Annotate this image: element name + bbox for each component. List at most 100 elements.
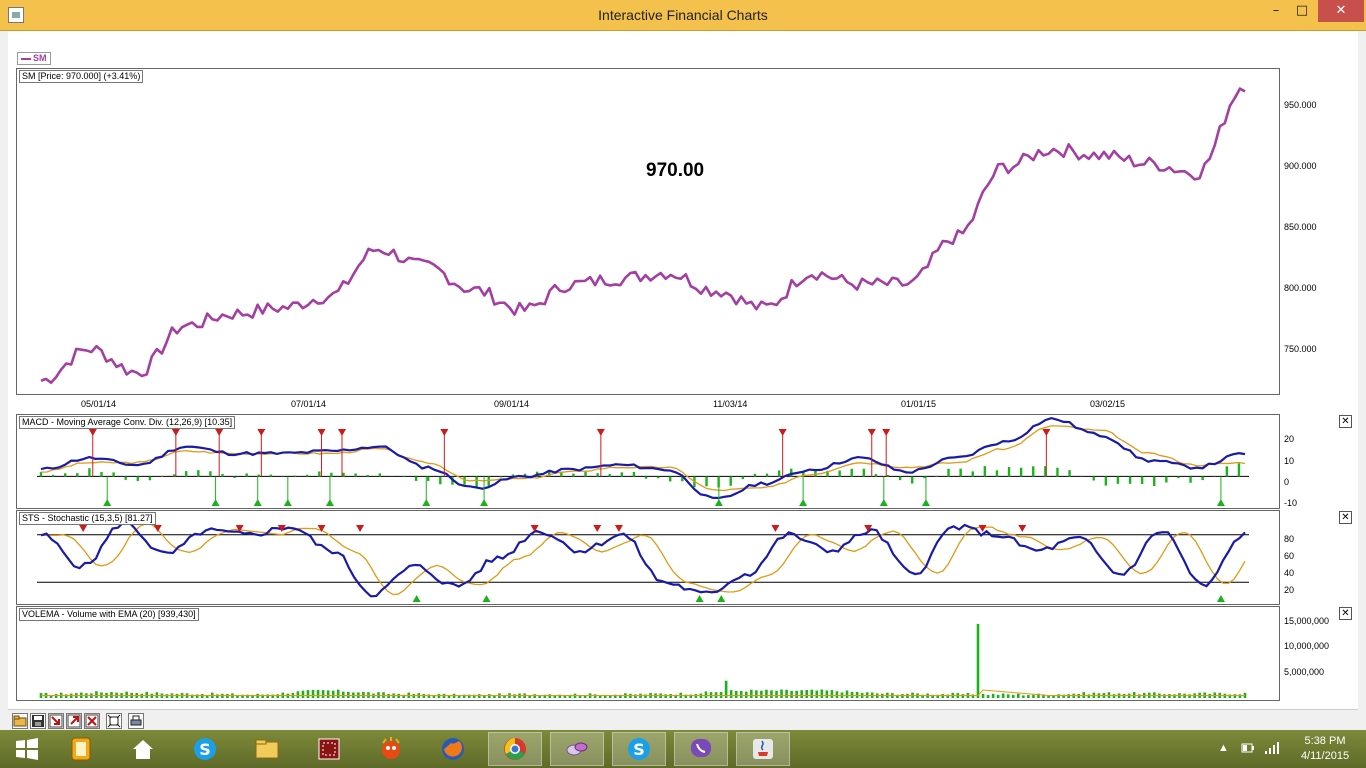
file-explorer-button[interactable] [240, 732, 294, 766]
buy-signal-marker [717, 595, 726, 602]
volume-panel[interactable]: VOLEMA - Volume with EMA (20) [939,430] [16, 606, 1280, 701]
start-button[interactable] [0, 732, 54, 766]
macd-histogram-bar [342, 472, 345, 477]
macd-histogram-bar [923, 476, 926, 479]
skype-button-2[interactable]: S [612, 732, 666, 766]
clock-date: 4/11/2015 [1300, 750, 1350, 762]
volume-bar [165, 694, 169, 698]
macd-histogram-bar [608, 474, 611, 477]
volume-bar [820, 689, 824, 698]
volume-chart [39, 623, 1247, 698]
macd-histogram-bar [1165, 476, 1168, 483]
power-icon[interactable] [1240, 740, 1256, 768]
volume-bar [805, 690, 809, 698]
export-icon[interactable] [66, 713, 82, 729]
volume-bar [1022, 695, 1025, 698]
volume-bar [125, 691, 128, 698]
sell-signal-marker [771, 525, 780, 532]
macd-histogram-bar [257, 474, 261, 477]
volume-bar [1238, 694, 1242, 698]
fit-icon[interactable] [106, 713, 122, 729]
skype-button[interactable]: S [178, 732, 232, 766]
macd-histogram-bar [947, 468, 950, 477]
buy-signal-marker [103, 499, 112, 506]
tray-arrow-icon[interactable]: ▲ [1218, 742, 1229, 768]
macd-histogram-bar [100, 472, 103, 477]
macd-histogram-bar [64, 473, 67, 477]
macd-histogram-bar [741, 476, 745, 480]
macd-histogram-bar [971, 471, 974, 477]
chart-toolbar [8, 709, 1358, 730]
maximize-button[interactable]: □ [1288, 0, 1316, 22]
game-icon [318, 738, 340, 760]
volume-bar [477, 694, 481, 698]
macd-histogram-bar [172, 474, 176, 477]
open-icon[interactable] [12, 713, 28, 729]
stochastic-panel[interactable]: STS - Stochastic (15,3,5) [81.27] [16, 510, 1280, 605]
macd-panel[interactable]: MACD - Moving Average Conv. Div. (12,26,… [16, 414, 1280, 509]
volume-bar [64, 694, 68, 698]
buy-signal-marker [1216, 499, 1225, 506]
puppet-button[interactable] [364, 732, 418, 766]
import-icon[interactable] [48, 713, 64, 729]
macd-histogram-bar [293, 475, 297, 477]
macd-histogram-bar [330, 472, 333, 477]
macd-histogram-bar [124, 476, 127, 480]
volume-bar [1163, 694, 1166, 698]
macd-y-tick: 0 [1284, 477, 1290, 487]
sts-y-tick: 20 [1284, 585, 1295, 595]
viber-button[interactable] [674, 732, 728, 766]
volume-bar [765, 689, 768, 698]
system-clock[interactable]: 5:38 PM 4/11/2015 [1290, 734, 1360, 764]
close-button[interactable]: ✕ [1318, 0, 1364, 22]
volume-bar [785, 689, 788, 698]
stochastic-close-button[interactable]: ✕ [1339, 511, 1352, 524]
save-icon[interactable] [30, 713, 46, 729]
volume-bar [1173, 694, 1176, 698]
current-price-display: 970.00 [646, 160, 705, 181]
volume-bar [790, 690, 793, 698]
window-titlebar[interactable]: Interactive Financial Charts – □ ✕ [0, 0, 1366, 31]
volume-bar [54, 694, 58, 698]
date-x-tick: 05/01/14 [81, 399, 117, 409]
network-icon[interactable] [1264, 740, 1280, 768]
volume-close-button[interactable]: ✕ [1339, 607, 1352, 620]
volume-bar [1027, 695, 1030, 698]
clock-time: 5:38 PM [1304, 735, 1346, 747]
vol-y-tick: 15,000,000 [1284, 616, 1330, 626]
macd-histogram-bar [862, 468, 866, 477]
macd-histogram-bar [1177, 476, 1180, 479]
print-icon[interactable] [128, 713, 144, 729]
volume-bar [704, 691, 708, 698]
macd-histogram-bar [221, 474, 224, 477]
volume-bar [729, 690, 733, 698]
notes-app-button[interactable] [54, 732, 108, 766]
macd-histogram-bar [995, 470, 999, 477]
macd-histogram-bar [245, 473, 248, 477]
minimize-button[interactable]: – [1262, 0, 1290, 22]
volume-bar [296, 691, 300, 698]
game-button[interactable] [302, 732, 356, 766]
buy-signal-marker [253, 499, 262, 506]
volume-bar [95, 691, 98, 698]
volume-bar [770, 690, 773, 698]
price-line [40, 87, 1246, 385]
macd-histogram-bar [935, 475, 938, 477]
home-button[interactable] [116, 732, 170, 766]
buy-signal-marker [714, 499, 723, 506]
price-panel[interactable]: SM [Price: 970.000] (+3.41%) [16, 68, 1280, 395]
firefox-button[interactable] [426, 732, 480, 766]
macd-histogram-bar [1056, 467, 1059, 477]
legend-symbol[interactable]: SM [17, 52, 51, 65]
chrome-button[interactable] [488, 732, 542, 766]
sell-signal-marker [317, 429, 326, 436]
volume-bar [855, 691, 859, 698]
macd-close-button[interactable]: ✕ [1339, 415, 1352, 428]
macd-histogram-bar [487, 476, 490, 486]
volume-bar [457, 695, 461, 698]
macd-histogram-bar [765, 473, 769, 477]
buy-signal-marker [1216, 595, 1225, 602]
pills-button[interactable] [550, 732, 604, 766]
zoom-icon[interactable] [84, 713, 100, 729]
java-button[interactable] [736, 732, 790, 766]
